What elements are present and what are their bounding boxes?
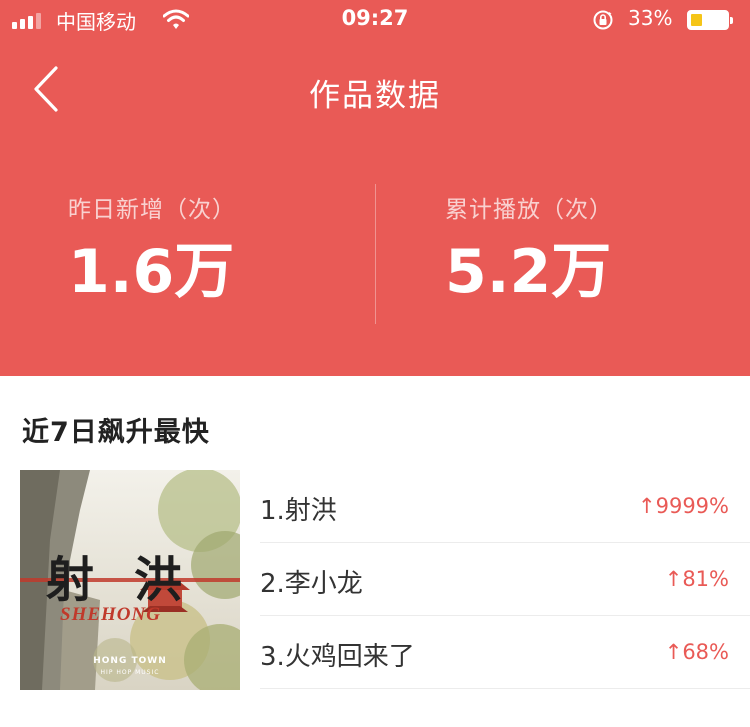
song-title: 3.火鸡回来了 xyxy=(260,642,415,672)
growth-rate: ↑9999% xyxy=(638,494,729,518)
status-bar: 中国移动 09:27 33% xyxy=(0,0,750,40)
growth-rate: ↑81% xyxy=(664,567,729,591)
stat-yesterday-value: 1.6万 xyxy=(68,237,235,307)
trending-list: 1.射洪 ↑9999% 2.李小龙 ↑81% 3.火鸡回来了 ↑68% xyxy=(260,470,750,690)
battery-percent: 33% xyxy=(628,6,673,30)
orientation-lock-icon xyxy=(593,10,613,30)
page-title: 作品数据 xyxy=(309,78,441,114)
stat-total-label: 累计播放（次） xyxy=(445,197,613,223)
nav-bar: 作品数据 xyxy=(0,48,750,130)
cover-title-latin: SHEHONG xyxy=(60,604,161,625)
cover-subtitle: HONG TOWN xyxy=(93,656,167,666)
section-title: 近7日飙升最快 xyxy=(22,417,210,448)
cover-caption: HIP HOP MUSIC xyxy=(100,669,160,676)
growth-rate: ↑68% xyxy=(664,640,729,664)
list-item[interactable]: 3.火鸡回来了 ↑68% xyxy=(260,616,750,689)
cover-title-chars: 射洪 xyxy=(46,552,223,608)
header: 中国移动 09:27 33% 作品数据 昨日新增（次） 1.6万 累计播放（次） xyxy=(0,0,750,376)
song-title: 1.射洪 xyxy=(260,496,337,526)
list-item[interactable]: 2.李小龙 ↑81% xyxy=(260,543,750,616)
list-item[interactable]: 1.射洪 ↑9999% xyxy=(260,470,750,543)
battery-level-fill xyxy=(691,14,702,26)
album-cover[interactable]: 射洪 SHEHONG HONG TOWN HIP HOP MUSIC xyxy=(20,470,240,690)
song-title: 2.李小龙 xyxy=(260,569,363,599)
stat-divider xyxy=(375,184,376,324)
stat-total-value: 5.2万 xyxy=(445,237,612,307)
stat-yesterday-label: 昨日新增（次） xyxy=(68,197,236,223)
stat-yesterday: 昨日新增（次） 1.6万 xyxy=(68,190,236,302)
stat-total: 累计播放（次） 5.2万 xyxy=(445,190,613,302)
battery-icon xyxy=(687,10,733,30)
